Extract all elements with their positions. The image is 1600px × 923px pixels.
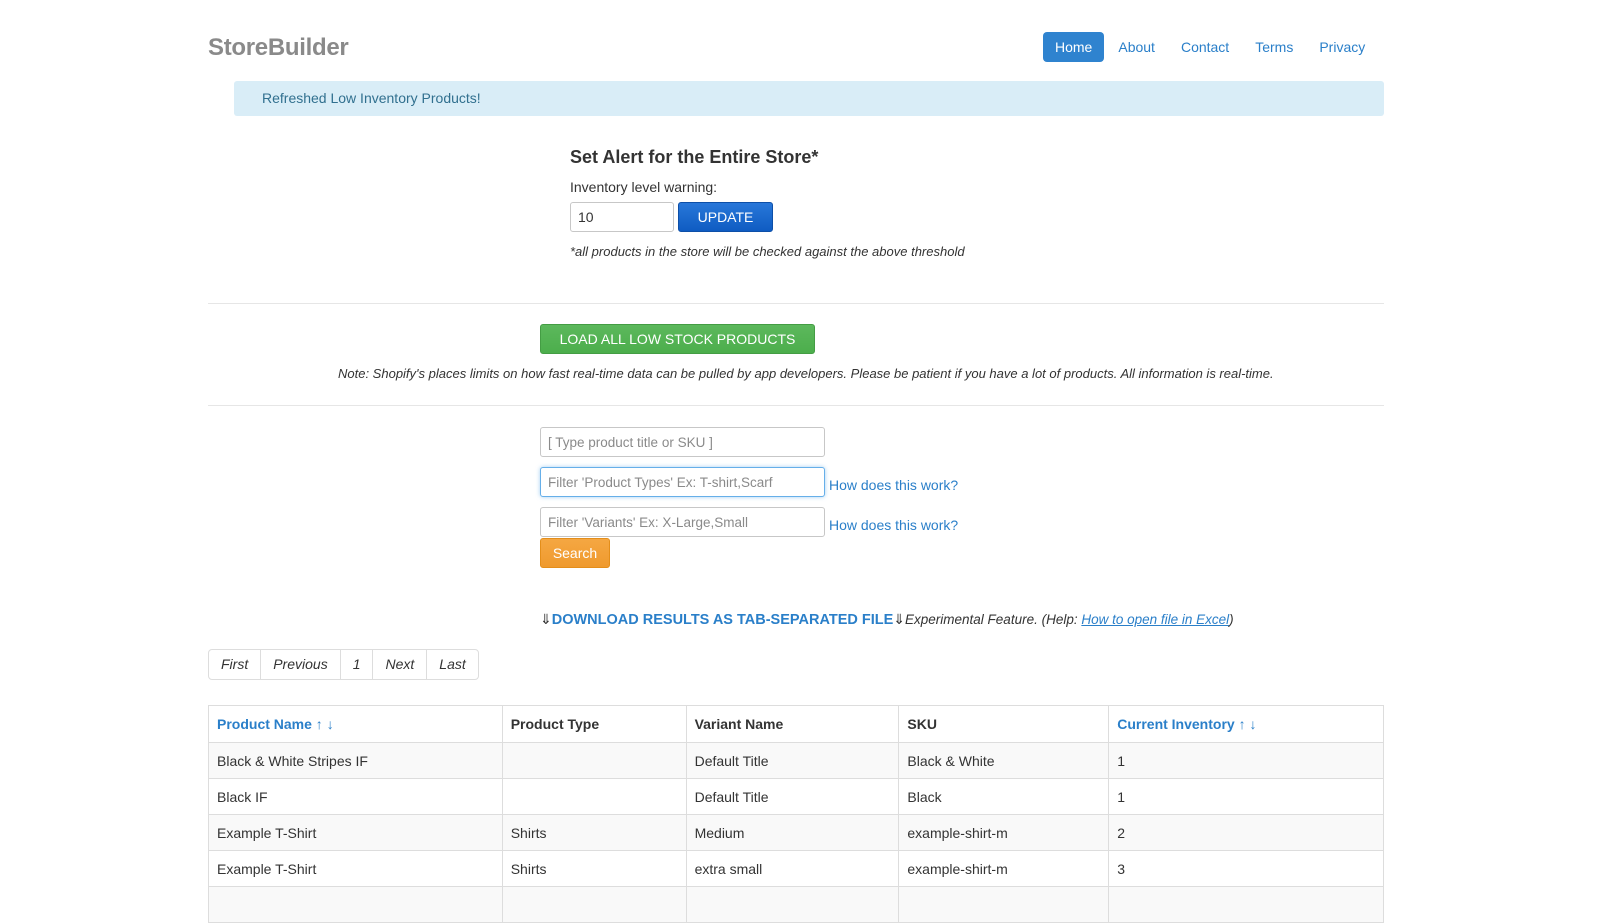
nav-terms[interactable]: Terms (1243, 32, 1305, 62)
inventory-level-input[interactable] (570, 202, 674, 232)
nav-contact[interactable]: Contact (1169, 32, 1241, 62)
cell-product-name (208, 886, 503, 923)
cell-sku (898, 886, 1110, 923)
how-it-works-link-variants[interactable]: How does this work? (829, 517, 958, 533)
cell-inventory: 2 (1108, 814, 1384, 851)
nav-about[interactable]: About (1106, 32, 1167, 62)
nav-privacy[interactable]: Privacy (1307, 32, 1377, 62)
table-row: Example T-Shirt Shirts extra small examp… (208, 850, 1384, 887)
experimental-note-close: ) (1229, 612, 1234, 627)
cell-sku: Black (898, 778, 1110, 815)
cell-product-name: Example T-Shirt (208, 850, 503, 887)
table-row: Black IF Default Title Black 1 (208, 778, 1384, 815)
rate-limit-note: Note: Shopify's places limits on how fas… (338, 366, 1274, 381)
download-row: ⇓DOWNLOAD RESULTS AS TAB-SEPARATED FILE⇓… (540, 611, 1234, 628)
table-header-row: Product Name ↑ ↓ Product Type Variant Na… (208, 705, 1384, 743)
header-sku: SKU (898, 705, 1110, 743)
search-button[interactable]: Search (540, 538, 610, 568)
divider (208, 405, 1384, 406)
cell-inventory: 1 (1108, 778, 1384, 815)
header-product-type: Product Type (501, 705, 687, 743)
table-row: Example T-Shirt Shirts Medium example-sh… (208, 814, 1384, 851)
threshold-note: *all products in the store will be check… (570, 244, 965, 259)
page-previous[interactable]: Previous (260, 650, 339, 679)
header-current-inventory[interactable]: Current Inventory ↑ ↓ (1108, 705, 1384, 743)
cell-product-name: Black IF (208, 778, 503, 815)
brand-logo[interactable]: StoreBuilder (208, 34, 349, 62)
download-tsv-link[interactable]: DOWNLOAD RESULTS AS TAB-SEPARATED FILE (552, 612, 894, 628)
cell-sku: Black & White (898, 742, 1110, 779)
download-arrow-icon: ⇓ (893, 611, 906, 627)
store-alert-title: Set Alert for the Entire Store* (570, 147, 819, 167)
product-title-search-input[interactable] (540, 427, 825, 457)
cell-variant-name: extra small (685, 850, 900, 887)
cell-product-name: Example T-Shirt (208, 814, 503, 851)
cell-variant-name: Medium (685, 814, 900, 851)
table-row: Black & White Stripes IF Default Title B… (208, 742, 1384, 779)
download-arrow-icon: ⇓ (540, 611, 552, 627)
inventory-level-label: Inventory level warning: (570, 179, 718, 195)
experimental-note: Experimental Feature. (Help: (905, 612, 1082, 627)
pagination: First Previous 1 Next Last (208, 649, 479, 680)
how-it-works-link-types[interactable]: How does this work? (829, 477, 958, 493)
divider (208, 303, 1384, 304)
cell-inventory: 3 (1108, 850, 1384, 887)
page-next[interactable]: Next (372, 650, 426, 679)
header-variant-name: Variant Name (685, 705, 900, 743)
cell-product-name: Black & White Stripes IF (208, 742, 503, 779)
cell-product-type (501, 778, 687, 815)
cell-product-type (501, 886, 687, 923)
top-nav: Home About Contact Terms Privacy (1043, 32, 1379, 62)
page-first[interactable]: First (209, 650, 260, 679)
update-button[interactable]: UPDATE (678, 202, 773, 232)
variants-filter-input[interactable] (540, 507, 825, 537)
cell-variant-name: Default Title (685, 778, 900, 815)
load-low-stock-button[interactable]: LOAD ALL LOW STOCK PRODUCTS (540, 324, 815, 354)
product-types-filter-input[interactable] (540, 467, 825, 497)
header-product-name[interactable]: Product Name ↑ ↓ (208, 705, 503, 743)
low-inventory-table: Product Name ↑ ↓ Product Type Variant Na… (208, 705, 1384, 923)
cell-sku: example-shirt-m (898, 814, 1110, 851)
excel-help-link[interactable]: How to open file in Excel (1081, 612, 1229, 627)
table-row (208, 886, 1384, 923)
cell-variant-name (685, 886, 900, 923)
nav-home[interactable]: Home (1043, 32, 1105, 62)
page-current[interactable]: 1 (339, 650, 373, 679)
cell-inventory: 1 (1108, 742, 1384, 779)
cell-product-type: Shirts (501, 850, 687, 887)
page-last[interactable]: Last (426, 650, 477, 679)
cell-sku: example-shirt-m (898, 850, 1110, 887)
info-alert: Refreshed Low Inventory Products! (234, 81, 1384, 116)
cell-product-type: Shirts (501, 814, 687, 851)
cell-variant-name: Default Title (685, 742, 900, 779)
cell-inventory (1108, 886, 1384, 923)
cell-product-type (501, 742, 687, 779)
